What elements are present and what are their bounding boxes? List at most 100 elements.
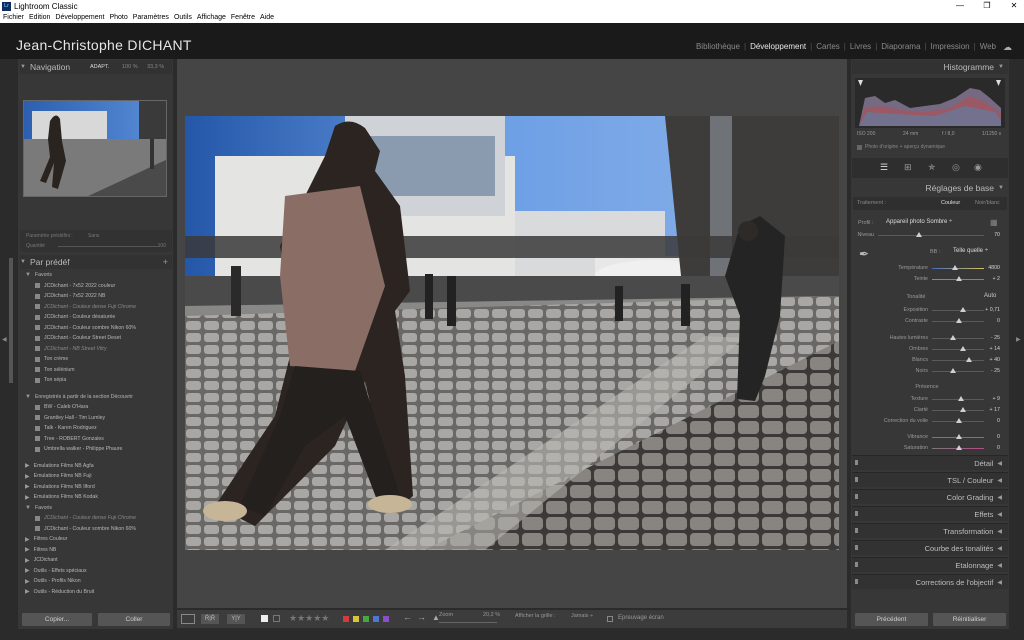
loupe-view-icon[interactable] (181, 614, 195, 624)
crop-icon[interactable]: ⊞ (904, 162, 912, 173)
panel-switch-icon[interactable] (855, 511, 858, 516)
folder-collapsed-icon[interactable]: ▶ (25, 494, 30, 501)
red-eye-icon[interactable]: ◎ (952, 162, 960, 173)
dehaze-value[interactable]: 0 (997, 418, 1000, 424)
color-label-green[interactable] (363, 616, 369, 622)
highlights-track[interactable] (932, 338, 984, 339)
color-label-yellow[interactable] (353, 616, 359, 622)
shadows-track[interactable] (932, 349, 984, 350)
paste-button[interactable]: Coller (98, 613, 170, 626)
menu-edition[interactable]: Edition (29, 14, 50, 21)
auto-tone-button[interactable]: Auto (984, 293, 996, 299)
color-label-blue[interactable] (373, 616, 379, 622)
treatment-bw-option[interactable]: Noir/blanc (975, 200, 1000, 206)
vibrance-row[interactable]: Vibrance 0 (856, 433, 1004, 443)
preset-folder[interactable]: ▶ Emulations Films NB Fuji (25, 471, 172, 482)
preset-item[interactable]: JCDichant - Couleur dense Fuji Chrome (25, 513, 172, 524)
tint-value[interactable]: + 2 (992, 276, 1000, 282)
section-detail[interactable]: Détail ◀ (852, 455, 1008, 470)
copy-button[interactable]: Copier... (22, 613, 92, 626)
blacks-track[interactable] (932, 371, 984, 372)
saturation-thumb[interactable] (956, 445, 962, 450)
wb-select[interactable]: Telle quelle ÷ (953, 248, 988, 254)
before-after-icon[interactable]: Ŕ|Ŕ (201, 614, 219, 624)
folder-expanded-icon[interactable]: ▼ (25, 272, 31, 278)
preset-folder[interactable]: ▶ Outils - Réduction du Bruit (25, 587, 172, 598)
saturation-row[interactable]: Saturation 0 (856, 444, 1004, 454)
cloud-sync-icon[interactable]: ☁ (1003, 42, 1015, 52)
preset-item[interactable]: JCDichant - Couleur sombre Nikon 60% (25, 323, 172, 334)
shadows-thumb[interactable] (960, 346, 966, 351)
module-livres[interactable]: Livres (846, 42, 875, 51)
grid-select[interactable]: Jamais ÷ (571, 613, 593, 619)
saturation-value[interactable]: 0 (997, 445, 1000, 451)
section-tone-curve[interactable]: Courbe des tonalités ◀ (852, 540, 1008, 555)
whites-thumb[interactable] (966, 357, 972, 362)
preset-item[interactable]: Tree - ROBERT Gonzales (25, 434, 172, 445)
section-lens-corrections[interactable]: Corrections de l'objectif ◀ (852, 574, 1008, 589)
exposure-row[interactable]: Exposition + 0,71 (856, 306, 1004, 316)
level-slider-row[interactable]: Niveau 70 (856, 231, 1004, 241)
shadows-value[interactable]: + 14 (990, 346, 1000, 352)
section-hsl[interactable]: TSL / Couleur ◀ (852, 472, 1008, 487)
folder-expanded-icon[interactable]: ▼ (25, 394, 31, 400)
texture-thumb[interactable] (958, 396, 964, 401)
preset-item[interactable]: Ton crème (25, 354, 172, 365)
panel-switch-icon[interactable] (855, 460, 858, 465)
next-photo-icon[interactable]: → (417, 612, 426, 622)
preset-folder[interactable]: ▶ Outils - Profils Nikon (25, 576, 172, 587)
clarity-row[interactable]: Clarté + 17 (856, 406, 1004, 416)
dehaze-thumb[interactable] (956, 418, 962, 423)
menu-developpement[interactable]: Développement (55, 14, 104, 21)
heal-icon[interactable]: ✯ (928, 162, 936, 173)
level-slider-thumb[interactable] (916, 232, 922, 237)
section-transform[interactable]: Transformation ◀ (852, 523, 1008, 538)
highlights-row[interactable]: Hautes lumières - 25 (856, 334, 1004, 344)
previous-button[interactable]: Précédent (855, 613, 928, 626)
folder-collapsed-icon[interactable]: ▶ (25, 483, 30, 490)
zoom-custom-option[interactable]: 33,3 % (147, 64, 164, 70)
folder-collapsed-icon[interactable]: ▶ (25, 536, 30, 543)
folder-expanded-icon[interactable]: ▼ (25, 505, 31, 511)
edit-sliders-icon[interactable]: ☰ (880, 162, 888, 173)
color-label-red[interactable] (343, 616, 349, 622)
folder-collapsed-icon[interactable]: ▶ (25, 462, 30, 469)
folder-collapsed-icon[interactable]: ▶ (25, 567, 30, 574)
vibrance-value[interactable]: 0 (997, 434, 1000, 440)
preset-item[interactable]: Ton sélénium (25, 365, 172, 376)
blacks-value[interactable]: - 25 (991, 368, 1000, 374)
panel-switch-icon[interactable] (855, 579, 858, 584)
minimize-icon[interactable]: — (946, 0, 974, 12)
panel-switch-icon[interactable] (855, 562, 858, 567)
menu-photo[interactable]: Photo (109, 14, 127, 21)
exposure-value[interactable]: + 0,71 (985, 307, 1000, 313)
preset-item[interactable]: Ton sépia (25, 375, 172, 386)
menu-affichage[interactable]: Affichage (197, 14, 226, 21)
vibrance-thumb[interactable] (956, 434, 962, 439)
module-diaporama[interactable]: Diaporama (877, 42, 924, 51)
menu-outils[interactable]: Outils (174, 14, 192, 21)
whites-track[interactable] (932, 360, 984, 361)
preset-item[interactable]: JCDichant - Couleur désaturée (25, 312, 172, 323)
preset-folder[interactable]: ▶ Emulations Films NB Ilford (25, 482, 172, 493)
module-cartes[interactable]: Cartes (812, 42, 844, 51)
preset-item[interactable]: JCDichant - NB Street Vitry (25, 344, 172, 355)
preset-item[interactable]: JCDichant - Couleur Street Deset (25, 333, 172, 344)
preset-item[interactable]: Grantley Hall - Tim Lumley (25, 413, 172, 424)
rating-stars[interactable]: ★★★★★ (289, 613, 329, 624)
whites-row[interactable]: Blancs + 40 (856, 356, 1004, 366)
add-preset-icon[interactable]: + (163, 257, 168, 267)
menu-fichier[interactable]: Fichier (3, 14, 24, 21)
contrast-value[interactable]: 0 (997, 318, 1000, 324)
module-web[interactable]: Web (976, 42, 1000, 51)
clarity-value[interactable]: + 17 (990, 407, 1000, 413)
preset-folder[interactable]: ▼ Enregistrés à partir de la section Déco… (25, 392, 172, 403)
menu-aide[interactable]: Aide (260, 14, 274, 21)
right-panel-toggle-icon[interactable]: ▶ (1016, 336, 1021, 343)
level-value[interactable]: 70 (994, 232, 1000, 238)
contrast-row[interactable]: Contraste 0 (856, 317, 1004, 327)
treatment-color-option[interactable]: Couleur (941, 200, 960, 206)
softproof-checkbox[interactable] (607, 616, 613, 622)
preset-folder[interactable]: ▶ JCDichant (25, 555, 172, 566)
section-calibration[interactable]: Etalonnage ◀ (852, 557, 1008, 572)
